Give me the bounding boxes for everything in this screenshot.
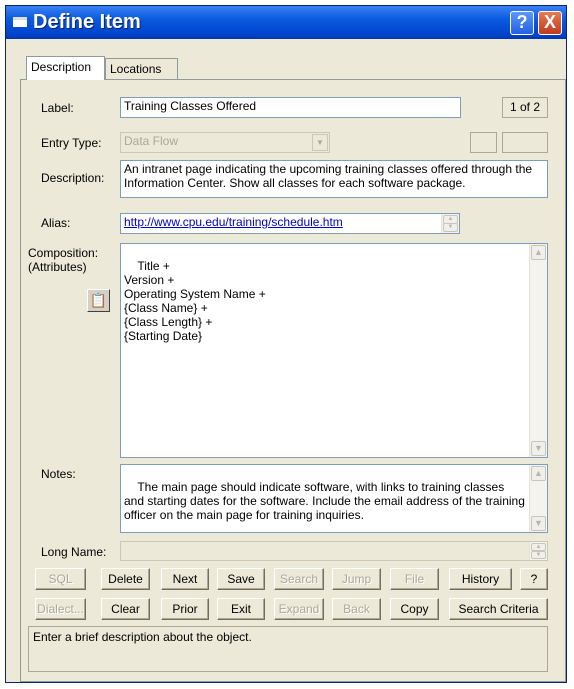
dialect-button[interactable]: Dialect... <box>35 598 86 620</box>
scroll-up-icon[interactable]: ▲ <box>531 543 546 551</box>
notes-field[interactable]: The main page should indicate software, … <box>120 464 548 533</box>
delete-button[interactable]: Delete <box>101 568 150 590</box>
alias-scrollbar[interactable]: ▲ ▼ <box>441 214 459 233</box>
tab-locations[interactable]: Locations <box>105 58 178 80</box>
label-caption: Label: <box>41 101 74 115</box>
prior-button[interactable]: Prior <box>161 598 209 620</box>
description-caption: Description: <box>41 171 105 185</box>
long-name-scrollbar[interactable]: ▲ ▼ <box>529 542 547 560</box>
scroll-down-icon[interactable]: ▼ <box>531 441 546 456</box>
expand-button[interactable]: Expand <box>274 598 324 620</box>
tab-description[interactable]: Description <box>26 56 105 80</box>
label-field[interactable]: Training Classes Offered <box>120 97 461 118</box>
clear-button[interactable]: Clear <box>101 598 150 620</box>
notes-caption: Notes: <box>41 467 76 481</box>
exit-button[interactable]: Exit <box>217 598 265 620</box>
entry-type-extra-box-2 <box>502 132 548 153</box>
entry-type-extra-box <box>470 132 497 153</box>
title-bar[interactable]: Define Item ? X <box>6 6 566 39</box>
scroll-down-icon[interactable]: ▼ <box>443 223 458 232</box>
long-name-field[interactable]: ▲ ▼ <box>120 541 548 561</box>
save-button[interactable]: Save <box>217 568 265 590</box>
help-button[interactable]: ? <box>510 11 534 35</box>
composition-scrollbar[interactable]: ▲ ▼ <box>529 244 547 457</box>
composition-caption: Composition: <box>28 246 99 260</box>
attributes-caption: (Attributes) <box>28 260 87 274</box>
back-button[interactable]: Back <box>332 598 381 620</box>
status-hint: Enter a brief description about the obje… <box>28 626 548 672</box>
long-name-caption: Long Name: <box>41 545 107 559</box>
entry-type-caption: Entry Type: <box>41 136 102 150</box>
alias-field[interactable]: http://www.cpu.edu/training/schedule.htm… <box>120 213 460 234</box>
record-counter: 1 of 2 <box>502 97 548 118</box>
close-button[interactable]: X <box>538 11 562 35</box>
window-icon[interactable] <box>13 17 27 27</box>
notes-text: The main page should indicate software, … <box>124 480 529 522</box>
history-button[interactable]: History <box>449 568 512 590</box>
window-title: Define Item <box>33 11 141 33</box>
scroll-up-icon[interactable]: ▲ <box>531 245 546 260</box>
define-item-window: Define Item ? X Description Locations La… <box>5 5 567 683</box>
help-question-button[interactable]: ? <box>520 568 548 590</box>
entry-type-select[interactable]: Data Flow ▼ <box>120 132 330 153</box>
jump-button[interactable]: Jump <box>332 568 381 590</box>
search-criteria-button[interactable]: Search Criteria <box>449 598 548 620</box>
composition-text: Title + Version + Operating System Name … <box>124 259 266 343</box>
clipboard-icon[interactable]: 📋 <box>87 289 110 312</box>
composition-field[interactable]: Title + Version + Operating System Name … <box>120 243 548 458</box>
entry-type-value: Data Flow <box>124 134 179 148</box>
scroll-up-icon[interactable]: ▲ <box>531 466 546 481</box>
file-button[interactable]: File <box>390 568 439 590</box>
description-field[interactable]: An intranet page indicating the upcoming… <box>120 160 548 198</box>
sql-button[interactable]: SQL <box>35 568 86 590</box>
chevron-down-icon[interactable]: ▼ <box>312 134 328 151</box>
copy-button[interactable]: Copy <box>390 598 439 620</box>
scroll-down-icon[interactable]: ▼ <box>531 516 546 531</box>
notes-scrollbar[interactable]: ▲ ▼ <box>529 465 547 532</box>
alias-caption: Alias: <box>41 216 71 230</box>
alias-link[interactable]: http://www.cpu.edu/training/schedule.htm <box>124 215 343 229</box>
search-button[interactable]: Search <box>274 568 324 590</box>
scroll-down-icon[interactable]: ▼ <box>531 551 546 559</box>
next-button[interactable]: Next <box>161 568 209 590</box>
